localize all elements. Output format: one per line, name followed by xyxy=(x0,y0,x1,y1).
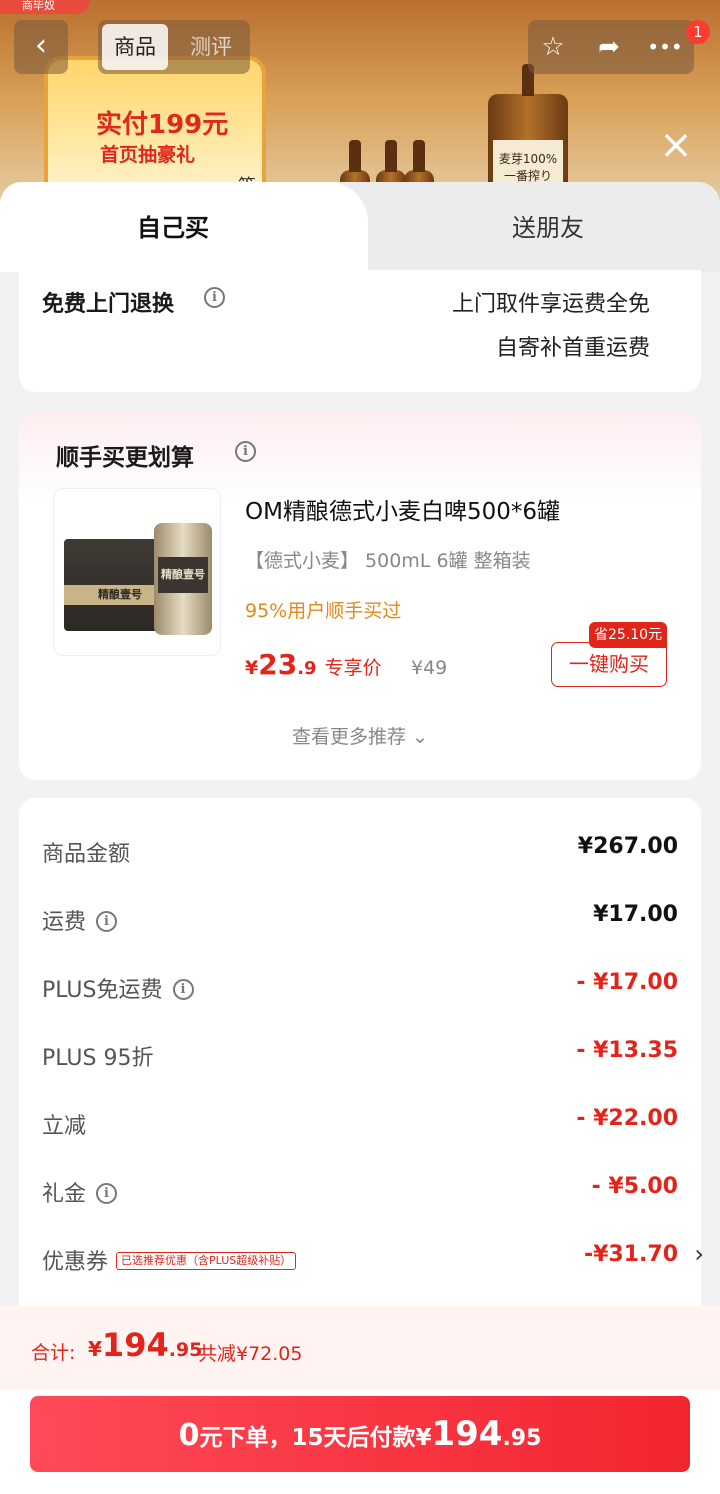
bottle-sublabel: 麦芽100% xyxy=(498,152,558,167)
submit-amount-dec: .95 xyxy=(502,1426,542,1451)
total-bar: 合计: ¥194.95 共减¥72.05 xyxy=(0,1306,720,1390)
purchase-tab-bar: 自己买 送朋友 xyxy=(0,182,720,272)
product-tabs: 商品 测评 xyxy=(98,20,250,74)
total-label: 合计: xyxy=(31,1342,76,1364)
beer-can-image: 精酿壹号 xyxy=(154,523,212,635)
product-spec: 【德式小麦】 500mL 6罐 整箱装 xyxy=(245,550,531,572)
corner-ribbon: 商毕奴 xyxy=(0,0,90,14)
close-icon[interactable]: × xyxy=(656,125,696,166)
chevron-down-icon: ⌄ xyxy=(412,726,428,748)
summary-row-coupon[interactable]: 优惠券 已选推荐优惠（含PLUS超级补贴） -¥31.70 › xyxy=(42,1238,704,1278)
total-saved: 共减¥72.05 xyxy=(198,1343,303,1365)
checkout-sheet: 自己买 送朋友 免费上门退换 i 上门取件享运费全免 自寄补首重运费 顺手买更划… xyxy=(0,182,720,1494)
summary-row-instant-discount: 立减 - ¥22.00 xyxy=(42,1102,678,1142)
more-recommendations-link[interactable]: 查看更多推荐 ⌄ xyxy=(19,722,701,749)
coupon-tag: 已选推荐优惠（含PLUS超级补贴） xyxy=(116,1252,297,1270)
summary-row-plus-discount: PLUS 95折 - ¥13.35 xyxy=(42,1034,678,1074)
info-icon[interactable]: i xyxy=(96,910,118,932)
info-icon[interactable]: i xyxy=(235,441,256,462)
summary-label: 立减 xyxy=(42,1114,87,1139)
summary-value: - ¥17.00 xyxy=(576,970,678,995)
return-service-card: 免费上门退换 i 上门取件享运费全免 自寄补首重运费 xyxy=(19,270,701,392)
share-icon[interactable]: ➦ xyxy=(584,20,634,74)
summary-row-gift-money: 礼金 i - ¥5.00 xyxy=(42,1170,678,1210)
tab-buy-for-self-label: 自己买 xyxy=(137,214,209,242)
price-decimal: .9 xyxy=(297,658,317,679)
recommendation-title: 顺手买更划算 xyxy=(56,445,194,471)
checkout-footer: 合计: ¥194.95 共减¥72.05 0元下单，15天后付款¥194.95 xyxy=(0,1306,720,1494)
product-name[interactable]: OM精酿德式小麦白啤500*6罐 xyxy=(245,492,560,526)
summary-value: - ¥22.00 xyxy=(576,1106,678,1131)
price-integer: 23 xyxy=(258,648,298,681)
summary-label: 优惠券 xyxy=(42,1250,109,1275)
star-icon[interactable]: ☆ xyxy=(528,20,578,74)
summary-value: -¥31.70 xyxy=(583,1242,678,1267)
summary-value: ¥267.00 xyxy=(577,834,678,859)
submit-text: 元下单，15天后付款¥ xyxy=(199,1425,432,1451)
info-icon[interactable]: i xyxy=(172,978,194,1000)
summary-row-plus-free-shipping: PLUS免运费 i - ¥17.00 xyxy=(42,966,678,1006)
original-price: ¥49 xyxy=(411,657,448,679)
summary-value: - ¥5.00 xyxy=(591,1174,678,1199)
tab-product[interactable]: 商品 xyxy=(102,24,168,70)
price-tag: 专享价 xyxy=(324,657,382,679)
total-currency: ¥ xyxy=(88,1337,102,1361)
product-image[interactable]: 精酿壹号 精酿壹号 xyxy=(53,488,221,656)
return-service-line-2: 自寄补首重运费 xyxy=(495,336,650,361)
top-actions: ☆ ➦ ••• xyxy=(528,20,694,74)
info-icon[interactable]: i xyxy=(204,287,225,308)
summary-value: ¥17.00 xyxy=(593,902,678,927)
social-proof: 95%用户顺手买过 xyxy=(245,600,402,622)
promo-line-2: 首页抽豪礼 xyxy=(100,144,196,166)
total-price: ¥194.95 xyxy=(88,1326,202,1364)
summary-label: PLUS免运费 xyxy=(42,978,163,1003)
summary-label: PLUS 95折 xyxy=(42,1046,154,1071)
chevron-right-icon: › xyxy=(694,1240,704,1268)
total-integer: 194 xyxy=(101,1326,169,1364)
one-click-buy-button[interactable]: 一键购买 xyxy=(551,642,667,687)
more-icon[interactable]: ••• xyxy=(640,20,690,74)
can-label: 精酿壹号 xyxy=(158,557,208,593)
back-button[interactable]: ‹ xyxy=(14,20,68,74)
summary-label: 运费 xyxy=(42,910,87,935)
return-service-title: 免费上门退换 xyxy=(42,292,175,317)
product-price: ¥23.9 专享价 xyxy=(245,648,382,681)
submit-amount-int: 194 xyxy=(431,1414,503,1454)
tab-gift-to-friend[interactable]: 送朋友 xyxy=(368,208,720,243)
tab-buy-for-self[interactable]: 自己买 xyxy=(0,182,368,272)
submit-amount-zero: 0 xyxy=(178,1418,200,1453)
summary-row-shipping: 运费 i ¥17.00 xyxy=(42,898,678,938)
summary-value: - ¥13.35 xyxy=(576,1038,678,1063)
return-service-line-1: 上门取件享运费全免 xyxy=(451,292,650,317)
info-icon[interactable]: i xyxy=(96,1182,118,1204)
summary-row-subtotal: 商品金额 ¥267.00 xyxy=(42,830,678,870)
promo-line-1: 实付199元 xyxy=(96,110,229,140)
recommendation-card: 顺手买更划算 i 精酿壹号 精酿壹号 OM精酿德式小麦白啤500*6罐 【德式小… xyxy=(19,412,701,780)
submit-order-button[interactable]: 0元下单，15天后付款¥194.95 xyxy=(30,1396,690,1472)
save-badge: 省25.10元 xyxy=(589,622,668,648)
summary-label: 商品金额 xyxy=(42,842,131,867)
summary-label: 礼金 xyxy=(42,1182,87,1207)
more-recommendations-label: 查看更多推荐 xyxy=(292,726,407,748)
price-currency: ¥ xyxy=(245,657,259,679)
notification-badge: 1 xyxy=(686,20,710,44)
tab-review[interactable]: 测评 xyxy=(178,24,244,70)
price-summary-card: 商品金额 ¥267.00 运费 i ¥17.00 PLUS免运费 i - ¥17.0… xyxy=(19,798,704,1338)
